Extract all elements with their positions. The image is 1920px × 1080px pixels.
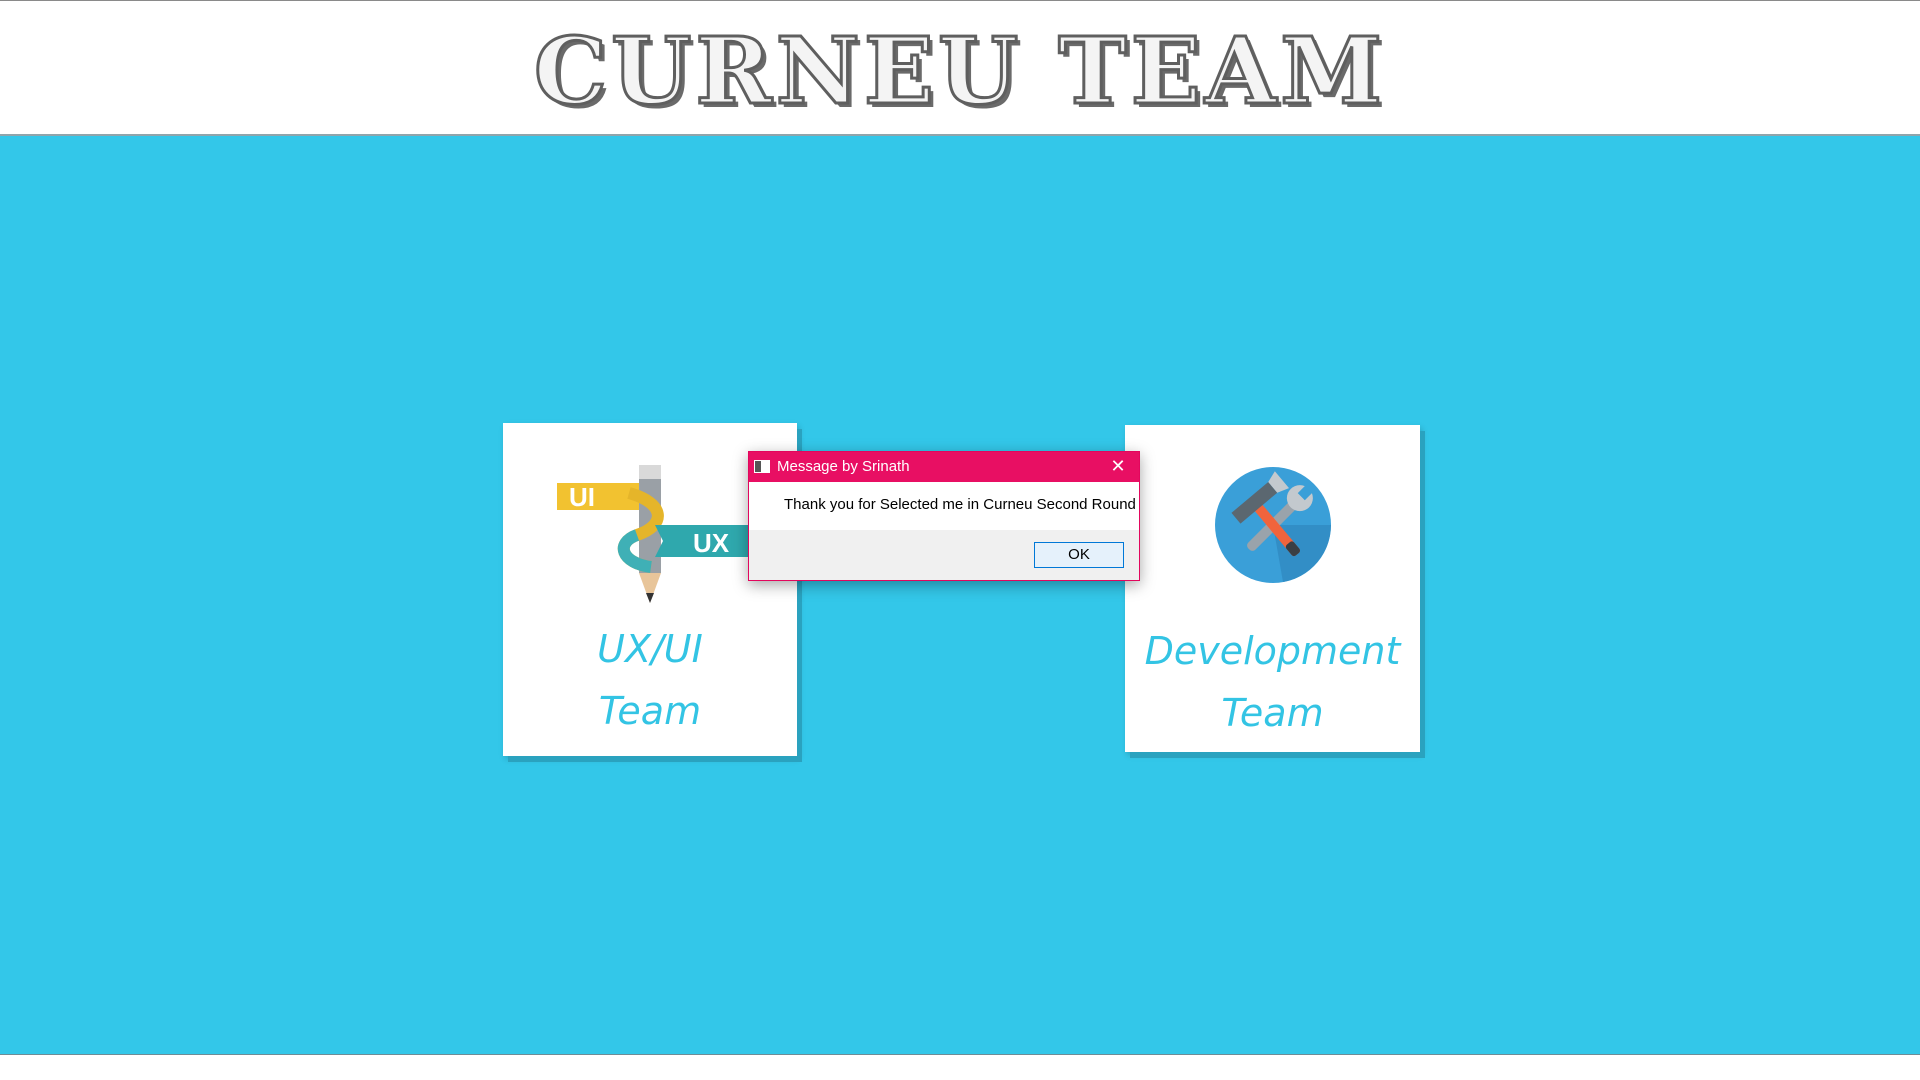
dialog-body: Thank you for Selected me in Curneu Seco… (749, 482, 1139, 530)
close-icon[interactable]: ✕ (1097, 452, 1139, 482)
page: CURNEU TEAM UI UX UX/UI Team Development… (0, 0, 1920, 1080)
main-area: UI UX UX/UI Team Development Team (0, 134, 1920, 1055)
development-team-label: Development Team (1125, 620, 1420, 744)
ux-ui-label-line1: UX/UI (597, 627, 703, 671)
ok-button[interactable]: OK (1034, 542, 1124, 568)
development-team-card[interactable]: Development Team (1125, 425, 1420, 752)
dialog-titlebar[interactable]: Message by Srinath ✕ (749, 452, 1139, 482)
site-title: CURNEU TEAM (532, 16, 1387, 127)
header: CURNEU TEAM (0, 0, 1920, 134)
ux-ui-team-label: UX/UI Team (503, 618, 797, 742)
ui-ribbon-text: UI (569, 482, 595, 512)
dialog-title: Message by Srinath (777, 458, 910, 475)
wrench-hammer-icon (1215, 467, 1331, 583)
ux-ribbon-text: UX (693, 528, 730, 558)
dev-label-line2: Team (1221, 691, 1324, 735)
dialog-message: Thank you for Selected me in Curneu Seco… (784, 496, 1136, 513)
dev-label-line1: Development (1144, 629, 1401, 673)
ux-ui-label-line2: Team (598, 689, 702, 733)
window-icon (754, 460, 770, 473)
ui-ux-pencil-icon: UI UX (557, 465, 749, 603)
message-dialog[interactable]: Message by Srinath ✕ Thank you for Selec… (748, 451, 1140, 581)
